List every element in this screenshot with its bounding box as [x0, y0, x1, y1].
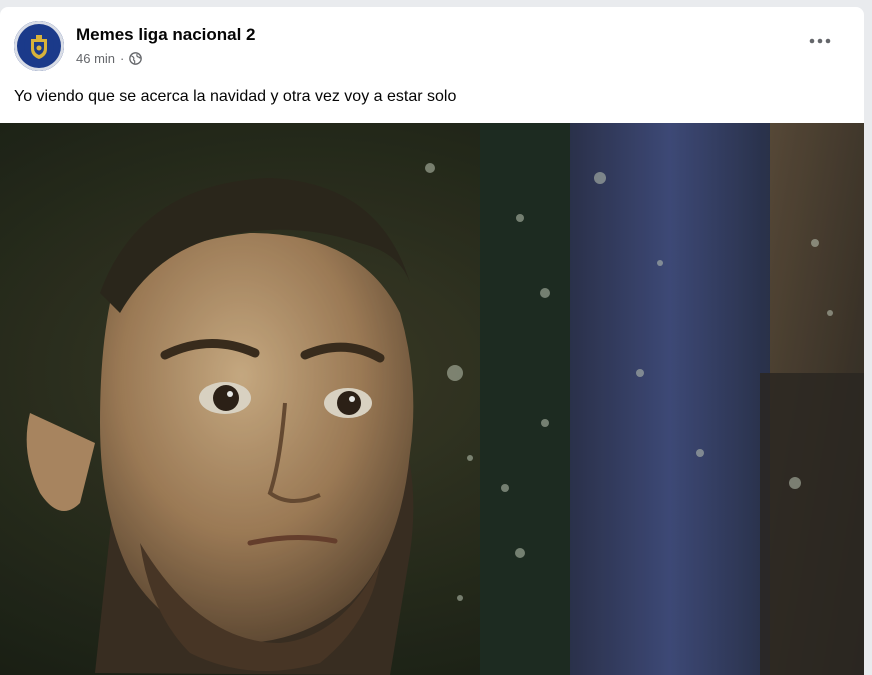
club-crest-icon — [24, 31, 54, 61]
more-options-button[interactable] — [796, 27, 844, 55]
meme-photo — [0, 123, 864, 675]
post-header: Memes liga nacional 2 46 min · Yo viendo… — [0, 7, 864, 123]
post-meta: 46 min · — [76, 51, 143, 66]
globe-icon[interactable] — [129, 52, 143, 65]
meta-separator: · — [120, 51, 125, 66]
page-name[interactable]: Memes liga nacional 2 — [76, 25, 256, 45]
post-timestamp[interactable]: 46 min — [76, 51, 115, 66]
post-caption: Yo viendo que se acerca la navidad y otr… — [14, 88, 457, 105]
post-image[interactable] — [0, 123, 864, 675]
post-card: Memes liga nacional 2 46 min · Yo viendo… — [0, 7, 864, 675]
more-options-icon — [809, 38, 831, 44]
page-avatar[interactable] — [14, 21, 64, 71]
